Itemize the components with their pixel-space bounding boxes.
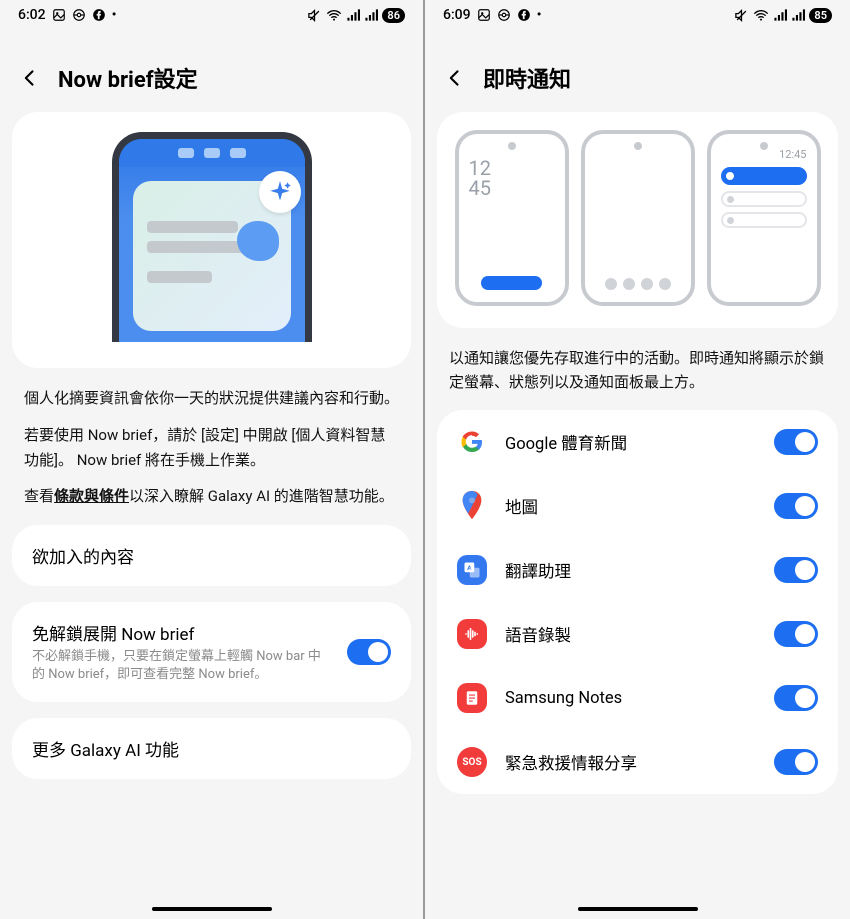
mute-icon [734,8,749,23]
voice-recorder-icon [457,619,487,649]
lockscreen-illustration: 12 45 [455,130,569,306]
maps-toggle[interactable] [774,493,818,519]
unlock-expand-title: 免解鎖展開 Now brief [32,620,333,645]
samsung-notes-icon [457,683,487,713]
page-title: 即時通知 [483,62,571,94]
google-icon [457,427,487,457]
gallery-icon [52,8,66,22]
more-galaxy-ai-label: 更多 Galaxy AI 功能 [32,736,391,761]
emergency-sos-toggle[interactable] [774,749,818,775]
app-row-translate[interactable]: A 翻譯助理 [437,538,838,602]
battery-indicator: 86 [382,8,405,23]
signal-icon-2 [364,8,378,22]
content-to-include-label: 欲加入的內容 [32,543,391,568]
homescreen-illustration [581,130,695,306]
google-sports-toggle[interactable] [774,429,818,455]
wifi-icon [753,8,769,22]
illustration-card: 12 45 12:45 [437,112,838,328]
unlock-expand-toggle[interactable] [347,639,391,665]
sos-icon: SOS [457,747,487,777]
status-bar: 6:09 • 85 [425,0,850,30]
terms-link[interactable]: 條款與條件 [54,487,129,505]
mute-icon [307,8,322,23]
content-to-include-card[interactable]: 欲加入的內容 [12,525,411,586]
pokeball-icon [72,8,86,22]
back-button[interactable] [18,66,42,90]
unlock-expand-description: 不必解鎖手機，只要在鎖定螢幕上輕觸 Now bar 中的 Now brief，即… [32,648,333,684]
description-text: 個人化摘要資訊會依你一天的狀況提供建議內容和行動。 若要使用 Now brief… [12,386,411,509]
translate-icon: A [457,555,487,585]
phone-illustration [112,132,312,342]
gallery-icon [477,8,491,22]
voice-recorder-toggle[interactable] [774,621,818,647]
pokeball-icon [497,8,511,22]
now-brief-settings-screen: 6:02 • 86 Now brief設定 [0,0,425,919]
illustration-card [12,112,411,368]
dot-icon: • [112,7,117,23]
status-time: 6:09 [443,7,471,23]
sparkle-icon [259,171,301,213]
app-row-google-sports[interactable]: Google 體育新聞 [437,410,838,474]
unlock-expand-card: 免解鎖展開 Now brief 不必解鎖手機，只要在鎖定螢幕上輕觸 Now ba… [12,602,411,702]
notification-panel-illustration: 12:45 [707,130,821,306]
dot-icon: • [537,7,542,23]
header: 即時通知 [425,30,850,112]
description-text: 以通知讓您優先存取進行中的活動。即時通知將顯示於鎖定螢幕、狀態列以及通知面板最上… [437,346,838,394]
live-notifications-screen: 6:09 • 85 即時通知 [425,0,850,919]
maps-icon [457,491,487,521]
samsung-notes-toggle[interactable] [774,685,818,711]
more-galaxy-ai-card[interactable]: 更多 Galaxy AI 功能 [12,718,411,779]
status-time: 6:02 [18,7,46,23]
facebook-icon [517,8,531,22]
back-button[interactable] [443,66,467,90]
header: Now brief設定 [0,30,423,112]
facebook-icon [92,8,106,22]
apps-list: Google 體育新聞 地圖 A 翻譯助理 [437,410,838,794]
home-indicator[interactable] [152,907,272,911]
home-indicator[interactable] [578,907,698,911]
signal-icon-2 [791,8,805,22]
page-title: Now brief設定 [58,62,198,94]
signal-icon [346,8,360,22]
cloud-character-icon [237,221,279,261]
app-row-emergency-sos[interactable]: SOS 緊急救援情報分享 [437,730,838,794]
wifi-icon [326,8,342,22]
translate-toggle[interactable] [774,557,818,583]
app-row-samsung-notes[interactable]: Samsung Notes [437,666,838,730]
app-row-maps[interactable]: 地圖 [437,474,838,538]
signal-icon [773,8,787,22]
app-row-voice-recorder[interactable]: 語音錄製 [437,602,838,666]
status-bar: 6:02 • 86 [0,0,423,30]
battery-indicator: 85 [809,8,832,23]
